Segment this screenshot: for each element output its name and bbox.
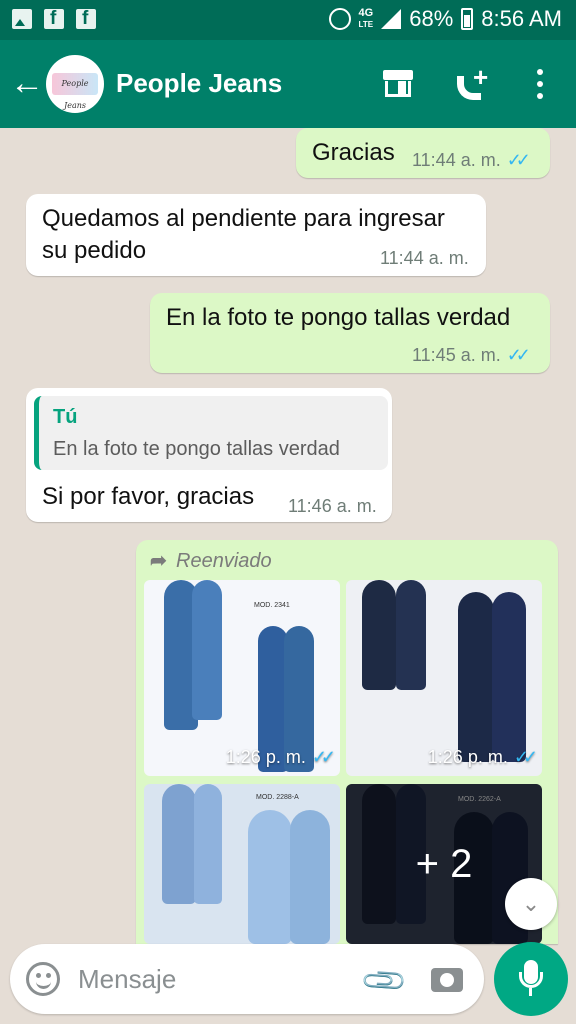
facebook-notification-icon xyxy=(44,8,64,30)
more-options-icon[interactable] xyxy=(530,66,550,102)
message-text: Gracias xyxy=(312,139,395,166)
chat-title[interactable]: People Jeans xyxy=(116,68,282,99)
message-incoming-reply[interactable]: Tú En la foto te pongo tallas verdad Si … xyxy=(26,388,392,522)
message-time: 11:44 a. m. xyxy=(380,248,469,268)
album-image-2[interactable]: 1:26 p. m. ✓✓ xyxy=(346,580,542,776)
clock: 8:56 AM xyxy=(481,6,562,31)
chat-header: ← People Jeans People Jeans + xyxy=(0,40,576,128)
avatar[interactable]: People Jeans xyxy=(46,55,104,113)
read-ticks-icon: ✓✓ xyxy=(506,150,531,170)
message-incoming[interactable]: Quedamos al pendiente para ingresar su p… xyxy=(26,194,486,276)
message-time: 11:44 a. m. ✓✓ xyxy=(412,150,531,170)
facebook-notification-icon-2 xyxy=(76,8,96,30)
voice-message-button[interactable] xyxy=(494,942,568,1016)
quoted-author: Tú xyxy=(53,406,78,428)
read-ticks-icon: ✓✓ xyxy=(506,345,531,365)
quoted-message[interactable]: Tú En la foto te pongo tallas verdad xyxy=(34,396,388,470)
network-type: 4G LTE xyxy=(358,7,374,30)
attach-paperclip-icon[interactable]: 📎 xyxy=(359,956,410,1007)
message-composer[interactable]: Mensaje 📎 xyxy=(10,944,484,1014)
chevron-double-down-icon: ⌄ xyxy=(521,891,541,916)
message-text: En la foto te pongo tallas verdad xyxy=(166,304,511,331)
image-time: 1:26 p. m. ✓✓ xyxy=(225,747,336,767)
read-ticks-icon: ✓✓ xyxy=(311,747,336,767)
forward-arrow-icon: ➦ xyxy=(150,550,167,572)
battery-icon xyxy=(461,8,474,30)
message-time: 11:45 a. m. ✓✓ xyxy=(412,345,531,365)
status-bar: 4G LTE 68% 8:56 AM xyxy=(0,0,576,40)
album-image-3[interactable]: MOD. 2288-A xyxy=(144,784,340,944)
message-outgoing[interactable]: En la foto te pongo tallas verdad 11:45 … xyxy=(150,293,550,373)
album-image-1[interactable]: MOD. 2341 1:26 p. m. ✓✓ xyxy=(144,580,340,776)
scroll-down-button[interactable]: ⌄ xyxy=(505,878,557,930)
message-input[interactable]: Mensaje xyxy=(78,964,176,995)
camera-icon[interactable] xyxy=(431,968,463,992)
message-text: Si por favor, gracias xyxy=(42,483,255,510)
image-time: 1:26 p. m. ✓✓ xyxy=(427,747,538,767)
avatar-logo: People Jeans xyxy=(52,73,98,110)
message-text-line2: su pedido xyxy=(42,237,147,264)
alarm-icon xyxy=(328,8,351,30)
read-ticks-icon: ✓✓ xyxy=(513,747,538,767)
signal-icon xyxy=(381,9,402,29)
quoted-text: En la foto te pongo tallas verdad xyxy=(53,438,340,460)
gallery-notification-icon xyxy=(12,9,32,29)
add-call-icon[interactable]: + xyxy=(455,62,491,102)
back-arrow-icon[interactable]: ← xyxy=(10,66,44,100)
forwarded-album-message[interactable]: ➦ Reenviado MOD. 2341 1:26 p. m. ✓✓ 1:26 p… xyxy=(136,540,558,944)
emoji-icon[interactable] xyxy=(26,962,60,996)
catalog-store-icon[interactable] xyxy=(380,66,416,102)
forwarded-label: ➦ Reenviado xyxy=(150,550,272,572)
message-time: 11:46 a. m. xyxy=(288,496,377,516)
message-outgoing[interactable]: Gracias 11:44 a. m. ✓✓ xyxy=(296,128,550,178)
battery-percent: 68% xyxy=(409,6,454,31)
message-text-line1: Quedamos al pendiente para ingresar xyxy=(42,205,445,232)
